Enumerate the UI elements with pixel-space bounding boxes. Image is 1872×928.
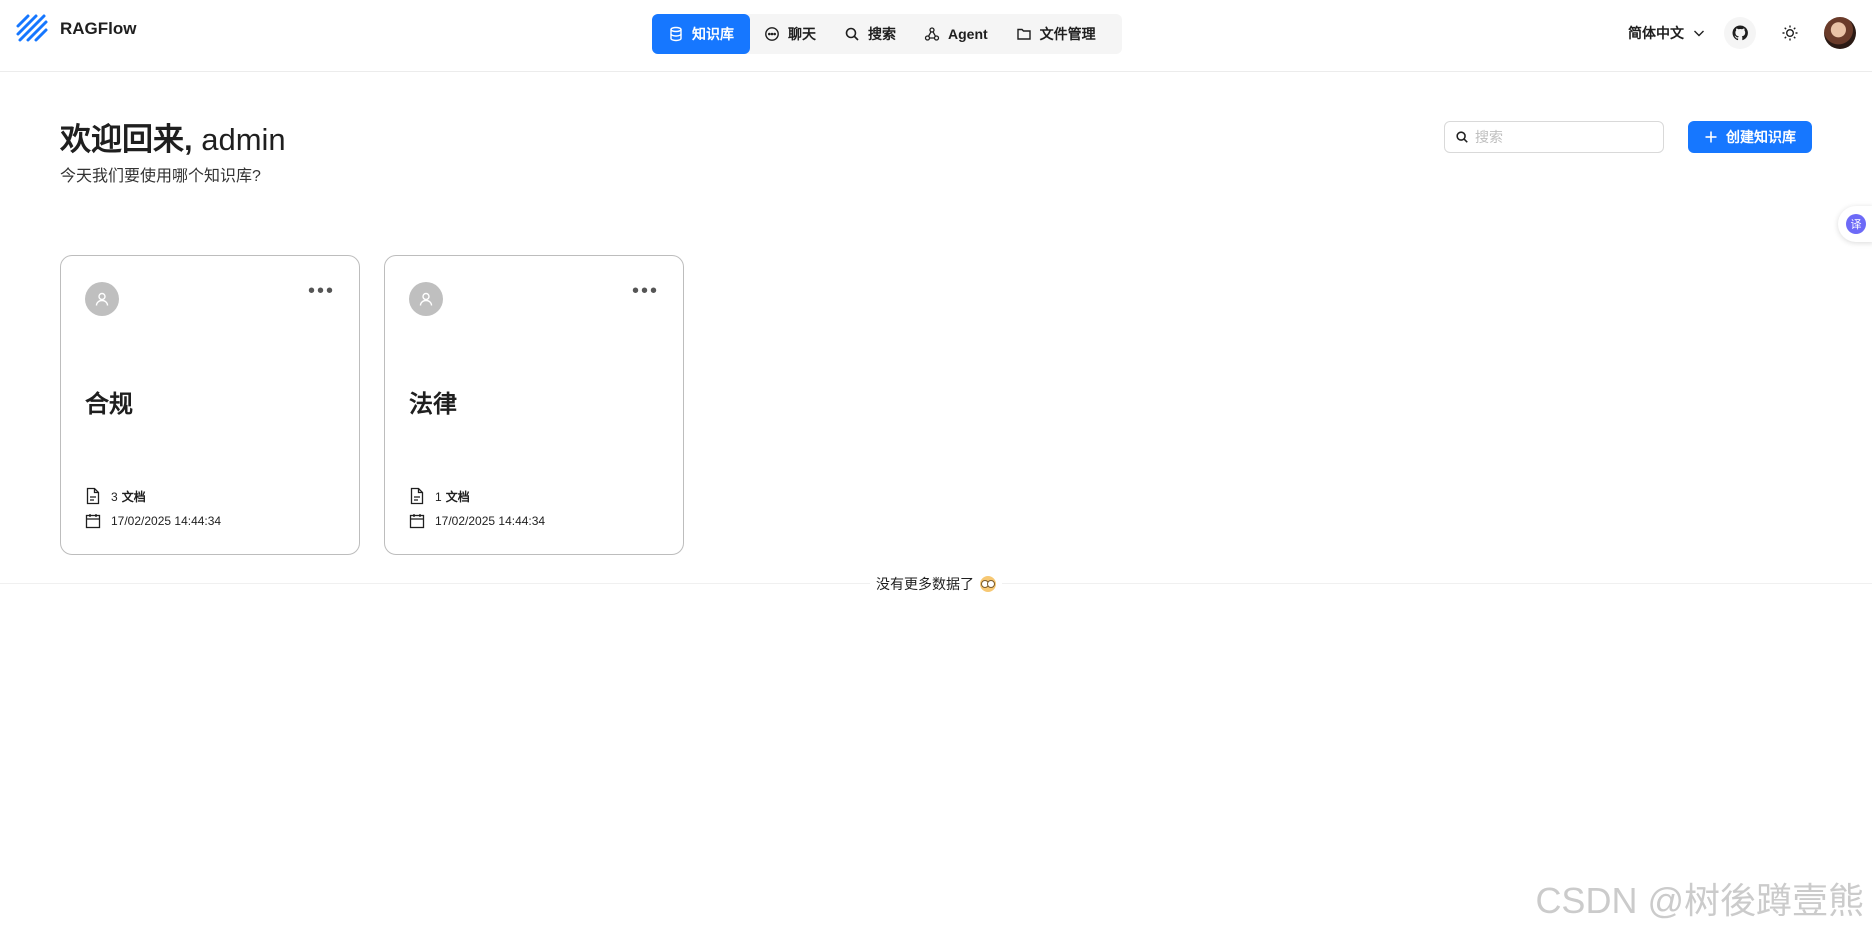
doc-count: 1 — [435, 489, 442, 504]
doc-count-row: 1 文档 — [409, 487, 545, 505]
user-avatar[interactable] — [1824, 17, 1856, 49]
updated-row: 17/02/2025 14:44:34 — [409, 512, 545, 530]
search-field[interactable] — [1444, 121, 1664, 153]
more-options-icon[interactable]: ••• — [308, 281, 335, 301]
nav-item-label: Agent — [948, 26, 988, 42]
agent-icon — [924, 27, 940, 41]
calendar-icon — [409, 514, 425, 529]
nav-item-chat[interactable]: 聊天 — [750, 14, 830, 54]
create-knowledge-base-button[interactable]: 创建知识库 — [1688, 121, 1812, 153]
welcome-prefix: 欢迎回来, — [60, 122, 193, 157]
chat-icon — [765, 27, 779, 41]
nav-item-label: 搜索 — [868, 26, 896, 42]
updated-time: 17/02/2025 14:44:34 — [435, 514, 546, 528]
user-icon — [419, 292, 433, 306]
watermark: CSDN @树後蹲壹熊 — [1535, 880, 1864, 921]
brand[interactable]: RAGFlow — [14, 12, 137, 46]
nav-item-agent[interactable]: Agent — [910, 14, 1002, 54]
no-more-label: 没有更多数据了 — [876, 576, 974, 592]
nav-item-search[interactable]: 搜索 — [830, 14, 910, 54]
header-actions: 简体中文 — [1628, 17, 1856, 49]
github-icon — [1732, 25, 1748, 41]
card-avatar — [85, 282, 119, 316]
nav-item-knowledge-base[interactable]: 知识库 — [652, 14, 750, 54]
eyes-emoji-icon — [980, 576, 996, 592]
plus-icon — [1705, 131, 1717, 143]
doc-count-row: 3 文档 — [85, 487, 221, 505]
database-icon — [670, 26, 682, 42]
nav-item-label: 文件管理 — [1039, 26, 1096, 42]
nav-item-file-management[interactable]: 文件管理 — [1002, 14, 1110, 54]
nav-item-label: 聊天 — [788, 26, 816, 42]
updated-time: 17/02/2025 14:44:34 — [111, 514, 222, 528]
nav-item-label: 知识库 — [692, 26, 734, 42]
calendar-icon — [85, 514, 101, 529]
main-nav: 知识库 聊天 搜索 Agent 文件管理 — [652, 14, 1122, 54]
theme-toggle-button[interactable] — [1774, 17, 1806, 49]
document-icon — [410, 487, 424, 505]
doc-label: 文档 — [121, 489, 146, 504]
welcome-subtitle: 今天我们要使用哪个知识库? — [60, 168, 261, 185]
knowledge-base-card[interactable]: ••• 合规 3 文档 17/02/2025 14:44:34 — [60, 255, 360, 555]
create-button-label: 创建知识库 — [1726, 129, 1796, 145]
card-meta: 3 文档 17/02/2025 14:44:34 — [85, 487, 221, 530]
chevron-down-icon — [1694, 30, 1704, 37]
folder-icon — [1016, 28, 1031, 40]
sun-icon — [1782, 25, 1798, 41]
translate-float-button[interactable]: 译 — [1838, 206, 1872, 242]
welcome-title: 欢迎回来, admin — [60, 120, 286, 160]
more-options-icon[interactable]: ••• — [632, 281, 659, 301]
user-icon — [95, 292, 109, 306]
welcome-section: 欢迎回来, admin 今天我们要使用哪个知识库? — [60, 120, 286, 186]
document-icon — [86, 487, 100, 505]
language-label: 简体中文 — [1628, 25, 1684, 41]
top-header: RAGFlow 知识库 聊天 搜索 Agent 文件管理 简体中文 — [0, 0, 1872, 72]
card-meta: 1 文档 17/02/2025 14:44:34 — [409, 487, 545, 530]
search-icon — [845, 27, 859, 41]
card-avatar — [409, 282, 443, 316]
knowledge-base-card[interactable]: ••• 法律 1 文档 17/02/2025 14:44:34 — [384, 255, 684, 555]
doc-count: 3 — [111, 489, 118, 504]
search-icon — [1456, 131, 1468, 143]
updated-row: 17/02/2025 14:44:34 — [85, 512, 221, 530]
github-button[interactable] — [1724, 17, 1756, 49]
card-title: 法律 — [409, 391, 457, 418]
brand-name: RAGFlow — [60, 19, 137, 38]
card-title: 合规 — [85, 391, 133, 418]
no-more-data: 没有更多数据了 — [0, 574, 1872, 594]
ragflow-logo-icon — [16, 14, 48, 42]
translate-icon: 译 — [1846, 214, 1866, 234]
search-input[interactable] — [1475, 129, 1645, 145]
language-selector[interactable]: 简体中文 — [1628, 23, 1706, 43]
doc-label: 文档 — [445, 489, 470, 504]
welcome-username: admin — [192, 122, 286, 157]
